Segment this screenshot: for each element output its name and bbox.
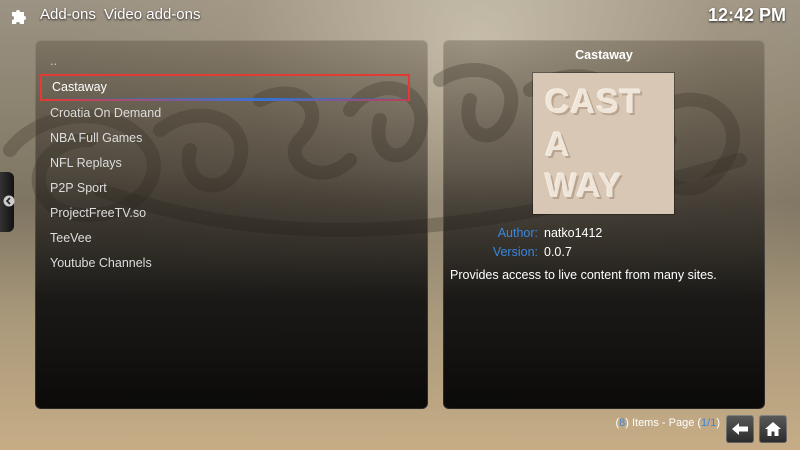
- breadcrumb-category: Video add-ons: [104, 6, 201, 23]
- addon-description: Provides access to live content from man…: [450, 268, 717, 282]
- chevron-left-icon: [3, 195, 15, 207]
- puzzle-piece-icon: [12, 10, 26, 24]
- home-icon: [765, 422, 781, 436]
- item-count-footer: (8) Items - Page (1/1): [615, 417, 720, 429]
- clock: 12:42 PM: [707, 5, 786, 25]
- page-indicator: 1/1: [701, 417, 717, 429]
- back-arrow-icon: [732, 423, 748, 435]
- back-button[interactable]: [726, 415, 754, 443]
- list-item-castaway[interactable]: Castaway: [40, 74, 410, 101]
- author-label: Author:: [497, 226, 538, 240]
- home-button[interactable]: [759, 415, 787, 443]
- list-item-nfl-replays[interactable]: NFL Replays: [40, 151, 410, 176]
- version-value: 0.0.7: [544, 245, 572, 259]
- list-item-croatia-on-demand[interactable]: Croatia On Demand: [40, 101, 410, 126]
- breadcrumb-section: Add-ons: [40, 6, 96, 23]
- thumbnail-text-line-1: CAST: [545, 83, 642, 121]
- list-item-teevee[interactable]: TeeVee: [40, 226, 410, 251]
- top-bar: Add-ons Video add-ons 12:42 PM: [0, 0, 800, 30]
- list-item-youtube-channels[interactable]: Youtube Channels: [40, 251, 410, 276]
- list-item-projectfreetv[interactable]: ProjectFreeTV.so: [40, 201, 410, 226]
- author-value: natko1412: [544, 226, 603, 240]
- addon-list: .. Castaway Croatia On Demand NBA Full G…: [40, 50, 410, 276]
- thumbnail-text-line-2: A: [545, 126, 571, 164]
- addon-thumbnail: CAST A WAY: [533, 73, 674, 214]
- thumbnail-text-line-3: WAY: [545, 167, 623, 205]
- list-item-nba-full-games[interactable]: NBA Full Games: [40, 126, 410, 151]
- side-menu-tab[interactable]: [0, 172, 15, 232]
- version-label: Version:: [492, 245, 538, 259]
- list-item-p2p-sport[interactable]: P2P Sport: [40, 176, 410, 201]
- list-item-parent[interactable]: ..: [40, 50, 410, 74]
- detail-title: Castaway: [575, 48, 633, 62]
